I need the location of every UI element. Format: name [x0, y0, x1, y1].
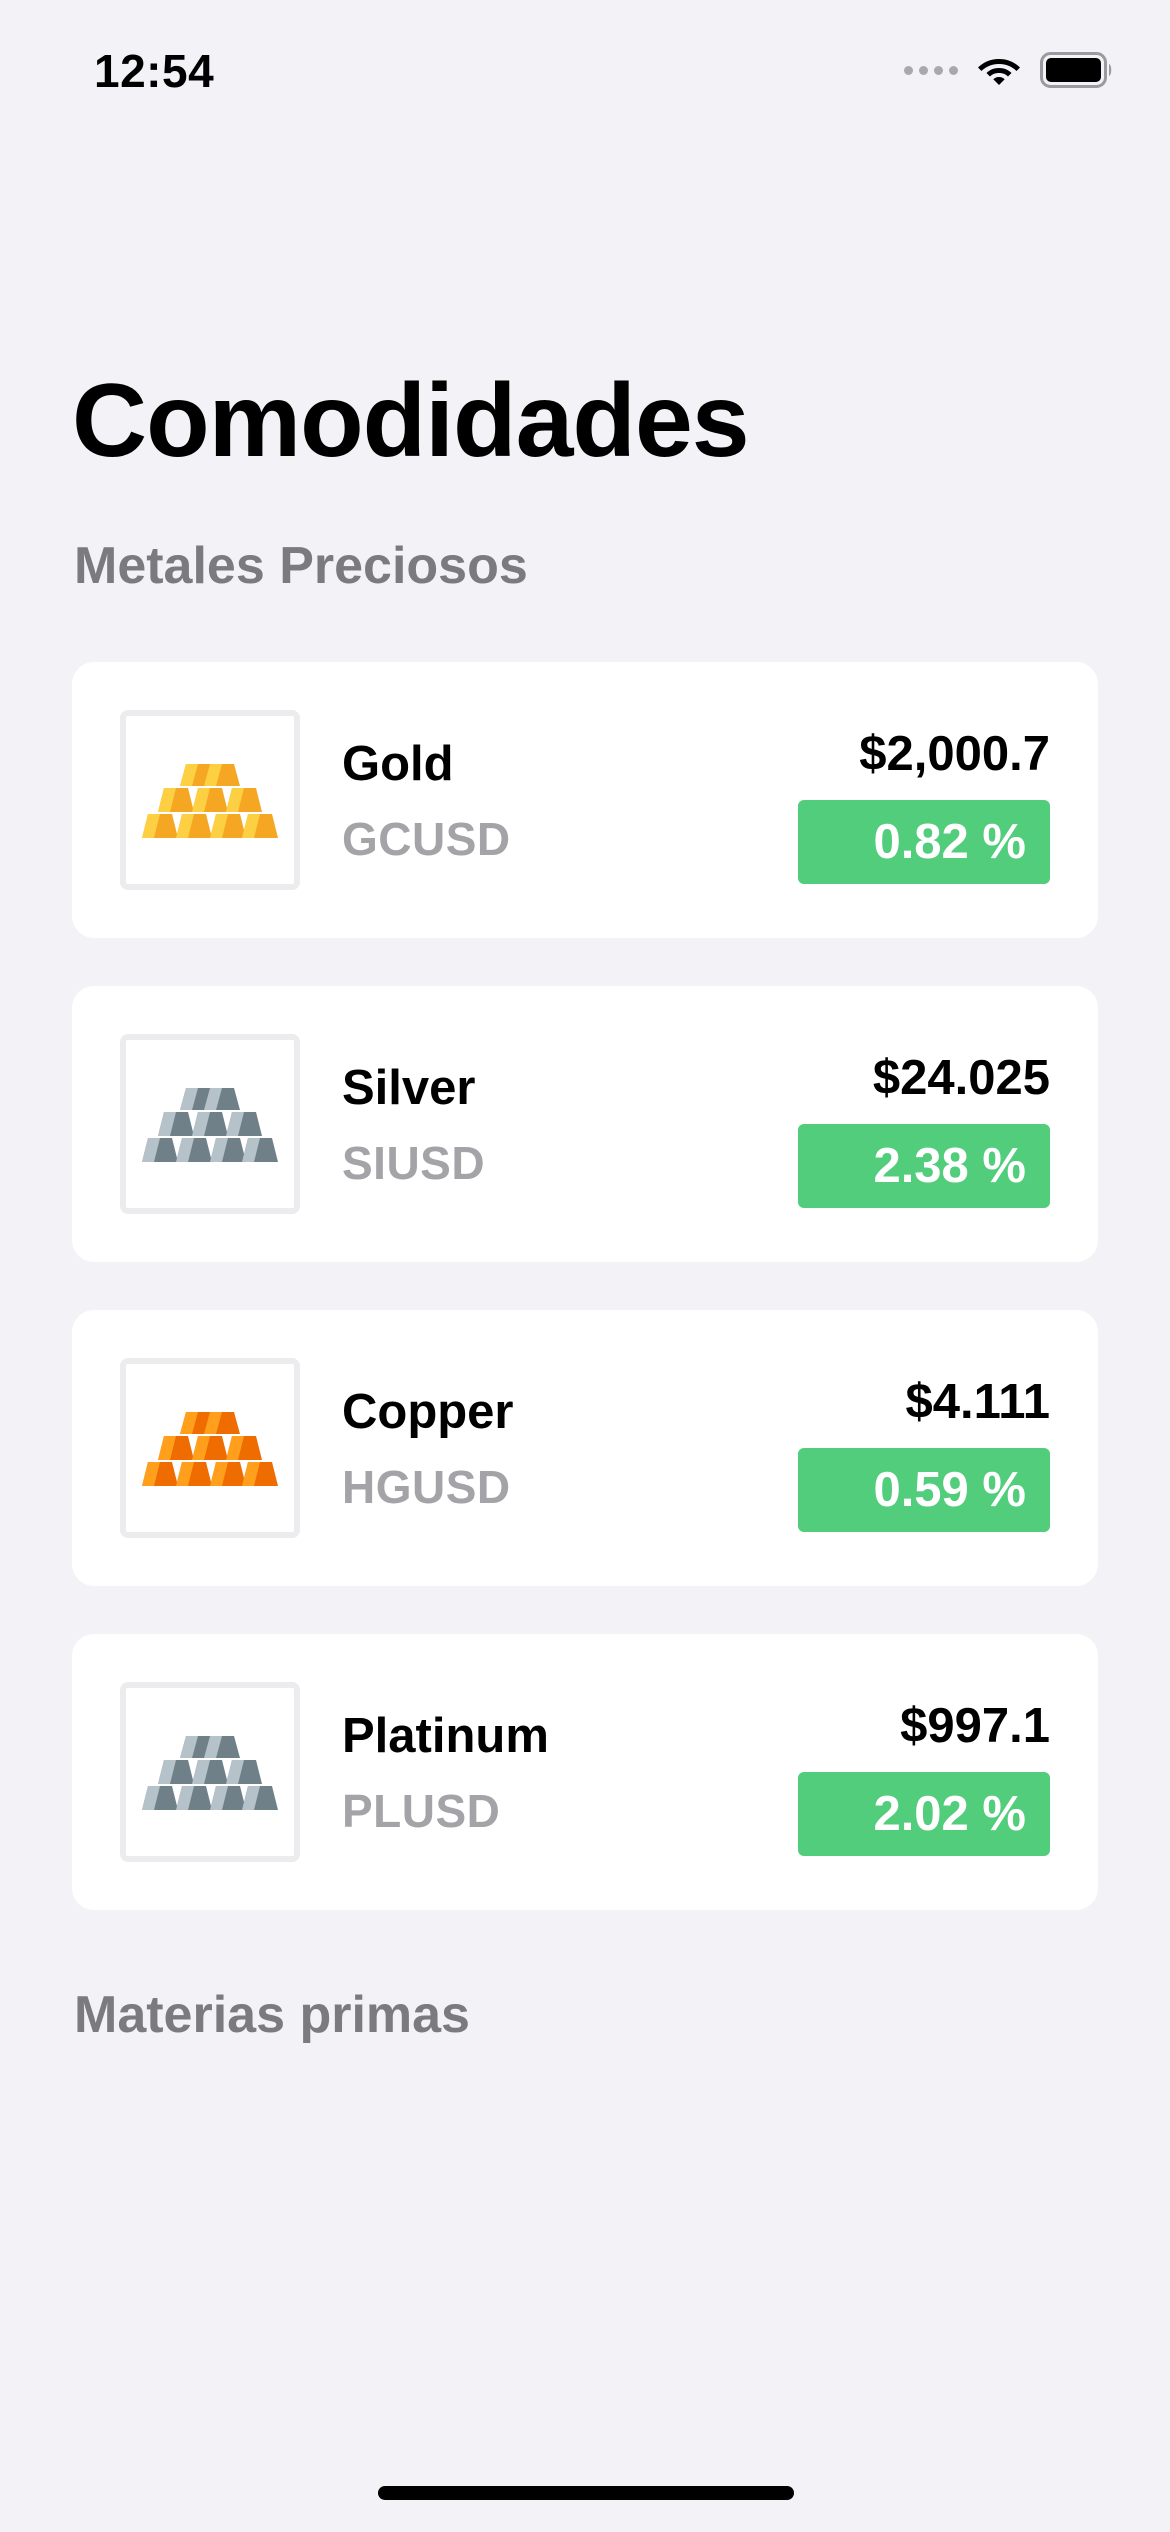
commodity-card-platinum[interactable]: Platinum PLUSD $997.1 2.02 % — [72, 1634, 1098, 1910]
commodity-card-copper[interactable]: Copper HGUSD $4.111 0.59 % — [72, 1310, 1098, 1586]
battery-icon — [1040, 52, 1112, 88]
signal-icon — [904, 65, 958, 75]
platinum-bars-icon — [142, 1736, 278, 1810]
commodity-name: Gold — [342, 737, 454, 791]
status-time: 12:54 — [94, 45, 215, 97]
commodity-price: $997.1 — [900, 1699, 1050, 1753]
commodity-card-gold[interactable]: Gold GCUSD $2,000.7 0.82 % — [72, 662, 1098, 938]
status-bar: 12:54 — [0, 0, 1170, 150]
commodity-ticker: SIUSD — [342, 1137, 486, 1189]
section-header-metales-preciosos: Metales Preciosos — [74, 537, 528, 595]
commodity-thumbnail — [120, 1358, 300, 1538]
commodity-price: $4.111 — [905, 1375, 1050, 1429]
silver-bars-icon — [142, 1088, 278, 1162]
commodity-thumbnail — [120, 710, 300, 890]
commodity-price: $2,000.7 — [859, 727, 1050, 781]
page-title: Comodidades — [72, 363, 750, 479]
status-icons — [904, 52, 1114, 88]
change-badge: 0.82 % — [798, 800, 1050, 884]
commodity-name: Copper — [342, 1385, 514, 1439]
commodity-thumbnail — [120, 1034, 300, 1214]
wifi-icon — [978, 59, 1020, 85]
commodity-ticker: GCUSD — [342, 813, 511, 865]
commodity-thumbnail — [120, 1682, 300, 1862]
commodity-ticker: HGUSD — [342, 1461, 511, 1513]
change-badge: 2.02 % — [798, 1772, 1050, 1856]
commodity-price: $24.025 — [872, 1051, 1050, 1105]
change-badge: 0.59 % — [798, 1448, 1050, 1532]
home-indicator[interactable] — [378, 2486, 794, 2500]
commodity-name: Platinum — [342, 1709, 549, 1763]
change-badge: 2.38 % — [798, 1124, 1050, 1208]
copper-bars-icon — [142, 1412, 278, 1486]
gold-bars-icon — [142, 764, 278, 838]
commodity-name: Silver — [342, 1061, 476, 1115]
section-header-materias-primas: Materias primas — [74, 1986, 470, 2044]
commodity-ticker: PLUSD — [342, 1785, 501, 1837]
commodity-card-silver[interactable]: Silver SIUSD $24.025 2.38 % — [72, 986, 1098, 1262]
